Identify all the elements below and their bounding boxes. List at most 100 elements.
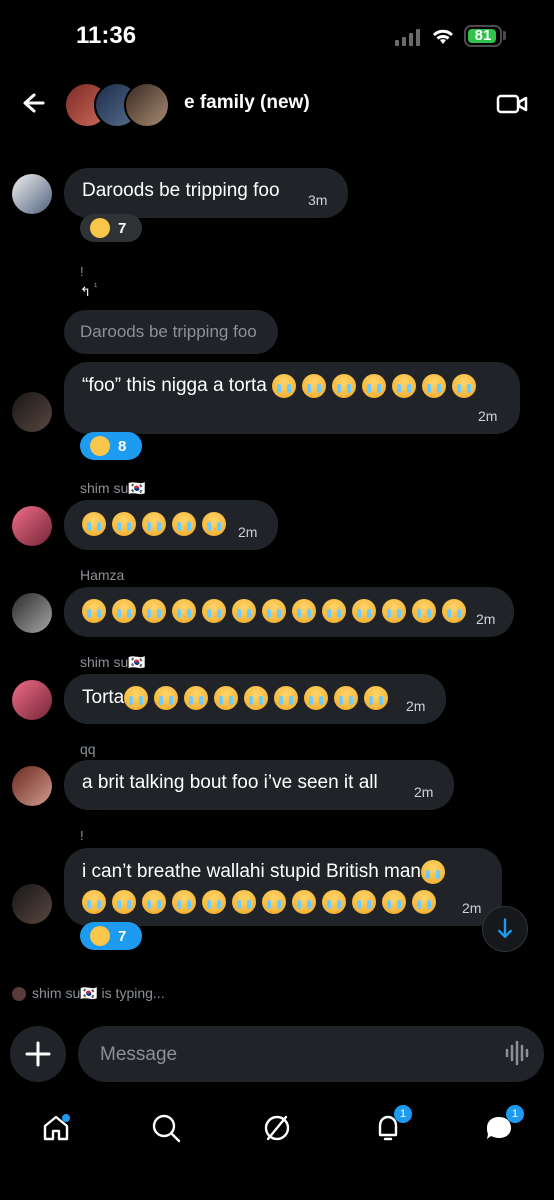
notifications-badge: 1 — [394, 1105, 412, 1123]
message-text — [82, 512, 232, 536]
message-time: 2m — [406, 698, 426, 714]
plus-icon[interactable] — [10, 1026, 66, 1082]
message-time: 3m — [308, 192, 328, 208]
message-bubble[interactable]: i can’t breathe wallahi stupid British m… — [64, 848, 502, 926]
marker-exclaim: ! — [80, 828, 84, 843]
chat-title[interactable]: e family (new) — [184, 92, 310, 114]
crying-emoji-icon — [382, 890, 406, 914]
reply-icon[interactable]: ↰ — [80, 284, 91, 300]
wifi-icon — [432, 29, 454, 44]
chat-header: e family (new) — [0, 74, 554, 136]
message-row-3: 2m — [0, 500, 554, 552]
message-bubble[interactable]: a brit talking bout foo i’ve seen it all… — [64, 760, 454, 810]
marker-exclaim: ! — [80, 264, 84, 279]
crying-emoji-icon — [184, 686, 209, 710]
crying-emoji-icon — [172, 599, 196, 623]
message-row-5: Torta 2m — [0, 674, 554, 726]
reaction-pill[interactable]: 8 — [80, 432, 142, 460]
message-text: i can’t breathe wallahi stupid British m… — [82, 860, 451, 884]
crying-emoji-icon — [274, 686, 299, 710]
avatar — [12, 392, 52, 432]
crying-emoji-icon — [364, 686, 389, 710]
message-bubble[interactable]: Torta 2m — [64, 674, 446, 724]
crying-emoji-icon — [244, 686, 269, 710]
crying-emoji-icon — [154, 686, 179, 710]
bottom-tab-bar: 1 1 — [0, 1098, 554, 1200]
crying-emoji-icon — [352, 890, 376, 914]
crying-emoji-icon — [412, 890, 436, 914]
status-bar: 11:36 81 — [0, 0, 554, 74]
message-text: Daroods be tripping foo — [82, 180, 280, 201]
crying-emoji-icon — [232, 890, 256, 914]
message-time: 2m — [462, 900, 482, 916]
reaction-pill[interactable]: 7 — [80, 214, 142, 242]
sender-name: shim su🇰🇷 — [80, 480, 146, 496]
message-bubble[interactable]: “foo” this nigga a torta 2m — [64, 362, 520, 434]
crying-emoji-icon — [112, 890, 136, 914]
crying-emoji-icon — [142, 890, 166, 914]
reaction-pill[interactable]: 7 — [80, 922, 142, 950]
crying-emoji-icon — [214, 686, 239, 710]
message-time: 2m — [238, 524, 258, 540]
message-bubble[interactable]: 2m — [64, 587, 514, 637]
typing-text: shim su🇰🇷 is typing... — [32, 985, 165, 1001]
typing-indicator: shim su🇰🇷 is typing... — [12, 985, 165, 1002]
avatar — [12, 593, 52, 633]
sender-name: Hamza — [80, 567, 125, 583]
group-avatars[interactable] — [64, 82, 170, 128]
crying-emoji-icon — [302, 374, 327, 398]
voice-message-icon[interactable] — [504, 1040, 530, 1066]
messages-badge: 1 — [506, 1105, 524, 1123]
message-row-1: Daroods be tripping foo 3m 7 — [0, 168, 554, 248]
avatar — [12, 174, 52, 214]
crying-emoji-icon — [90, 436, 110, 456]
message-bubble[interactable]: Daroods be tripping foo 3m — [64, 168, 348, 218]
crying-emoji-icon — [172, 512, 196, 536]
message-time: 2m — [476, 611, 496, 627]
video-call-icon[interactable] — [496, 92, 528, 116]
crying-emoji-icon — [82, 599, 106, 623]
reaction-count: 7 — [118, 927, 127, 945]
message-text-value: Torta — [82, 687, 125, 709]
message-composer — [10, 1026, 544, 1084]
crying-emoji-icon — [442, 599, 466, 623]
crying-emoji-icon — [90, 218, 110, 238]
crying-emoji-icon — [292, 890, 316, 914]
avatar — [12, 680, 52, 720]
crying-emoji-icon — [382, 599, 406, 623]
crying-emoji-icon — [452, 374, 477, 398]
crying-emoji-icon — [422, 374, 447, 398]
message-bubble[interactable]: 2m — [64, 500, 278, 550]
sender-name: shim su🇰🇷 — [80, 654, 146, 670]
home-icon[interactable] — [38, 1110, 74, 1146]
crying-emoji-icon — [172, 890, 196, 914]
crying-emoji-icon — [112, 599, 136, 623]
crying-emoji-icon — [124, 686, 149, 710]
reaction-count: 8 — [118, 437, 127, 455]
crying-emoji-icon — [332, 374, 357, 398]
crying-emoji-icon — [362, 374, 387, 398]
crying-emoji-icon — [112, 512, 136, 536]
message-row-4: 2m — [0, 587, 554, 639]
message-row-2: “foo” this nigga a torta 2m 8 — [0, 362, 554, 462]
crying-emoji-icon — [202, 599, 226, 623]
crying-emoji-icon — [322, 599, 346, 623]
crying-emoji-icon — [232, 599, 256, 623]
message-emojis — [82, 890, 442, 914]
crying-emoji-icon — [262, 599, 286, 623]
battery-cap — [503, 31, 506, 40]
back-arrow-icon[interactable] — [16, 88, 46, 118]
avatar — [12, 884, 52, 924]
message-field[interactable] — [78, 1026, 544, 1082]
message-text-value: “foo” this nigga a torta — [82, 375, 267, 397]
crying-emoji-icon — [304, 686, 329, 710]
avatar — [12, 766, 52, 806]
grok-icon[interactable] — [259, 1110, 295, 1146]
scroll-down-icon[interactable] — [482, 906, 528, 952]
search-icon[interactable] — [148, 1110, 184, 1146]
reply-preview[interactable]: Daroods be tripping foo — [64, 310, 278, 354]
message-row-7: i can’t breathe wallahi stupid British m… — [0, 848, 554, 958]
battery-text: 81 — [474, 27, 492, 44]
crying-emoji-icon — [82, 890, 106, 914]
message-input[interactable] — [98, 1042, 452, 1068]
